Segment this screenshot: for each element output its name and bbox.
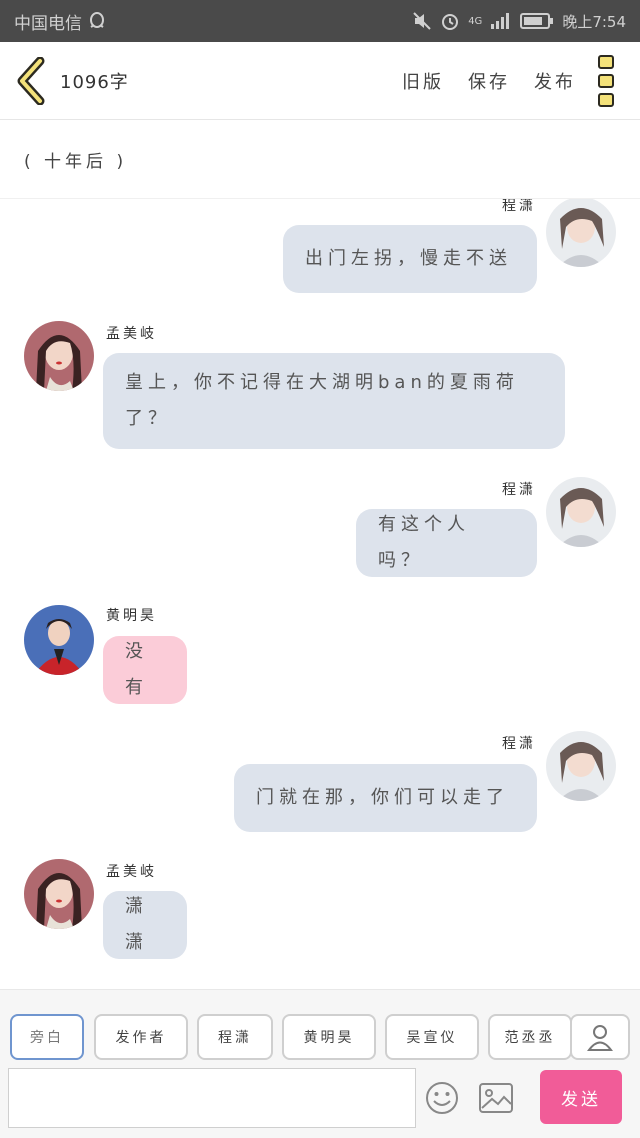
alarm-icon <box>440 11 460 31</box>
emoji-button[interactable] <box>424 1080 460 1116</box>
role-chip-author[interactable]: 发作者 <box>94 1014 188 1060</box>
word-count-title: 1096字 <box>60 71 129 93</box>
scene-note[interactable]: ( 十年后 ) <box>0 121 640 199</box>
sender-name: 程潇 <box>502 736 536 752</box>
avatar[interactable] <box>24 605 94 675</box>
message-input[interactable] <box>8 1068 416 1128</box>
avatar[interactable] <box>24 859 94 929</box>
chevron-left-icon <box>17 56 45 105</box>
menu-icon <box>598 54 614 69</box>
status-right: 4G 晚上7:54 <box>412 11 626 32</box>
avatar[interactable] <box>546 731 616 801</box>
smiley-icon <box>426 1082 458 1114</box>
old-version-button[interactable]: 旧版 <box>402 68 444 94</box>
role-chip-chengxiao[interactable]: 程潇 <box>197 1014 273 1060</box>
avatar[interactable] <box>546 477 616 547</box>
message-bubble[interactable]: 门就在那，你们可以走了 <box>234 764 537 832</box>
message-bubble[interactable]: 皇上，你不记得在大湖明ban的夏雨荷了？ <box>103 353 565 449</box>
qq-icon <box>88 11 106 31</box>
avatar[interactable] <box>546 199 616 267</box>
publish-button[interactable]: 发布 <box>534 68 576 94</box>
clock: 晚上7:54 <box>562 12 626 31</box>
header-actions: 旧版 保存 发布 <box>402 68 576 94</box>
role-chip-fanchengcheng[interactable]: 范丞丞 <box>488 1014 572 1060</box>
carrier-label: 中国电信 <box>14 13 82 34</box>
status-left: 中国电信 <box>14 9 106 34</box>
message-bubble[interactable]: 没有 <box>103 636 187 704</box>
save-button[interactable]: 保存 <box>468 68 510 94</box>
sender-name: 孟美岐 <box>106 326 157 342</box>
sender-name: 孟美岐 <box>106 864 157 880</box>
role-chip-wuxuanyi[interactable]: 吴宣仪 <box>385 1014 479 1060</box>
role-chip-huangminghao[interactable]: 黄明昊 <box>282 1014 376 1060</box>
role-selector: 旁白 发作者 程潇 黄明昊 吴宣仪 范丞丞 <box>0 1000 640 1062</box>
status-bar: 中国电信 4G 晚上7:54 <box>0 0 640 42</box>
signal-icon <box>490 12 512 30</box>
composer-panel: 旁白 发作者 程潇 黄明昊 吴宣仪 范丞丞 发送 <box>0 989 640 1138</box>
image-icon <box>479 1083 513 1113</box>
sender-name: 程潇 <box>502 199 536 214</box>
battery-icon <box>520 12 554 30</box>
sender-name: 黄明昊 <box>106 608 157 624</box>
image-button[interactable] <box>478 1082 514 1114</box>
header: 1096字 旧版 保存 发布 <box>0 42 640 120</box>
message-bubble[interactable]: 潇潇 <box>103 891 187 959</box>
person-icon <box>587 1025 613 1051</box>
sender-name: 程潇 <box>502 482 536 498</box>
message-bubble[interactable]: 出门左拐，慢走不送 <box>283 225 537 293</box>
role-chip-narrator[interactable]: 旁白 <box>10 1014 84 1060</box>
network-label: 4G <box>468 15 483 27</box>
role-manage-button[interactable] <box>570 1014 630 1060</box>
back-button[interactable] <box>4 42 58 120</box>
message-bubble[interactable]: 有这个人吗？ <box>356 509 537 577</box>
menu-button[interactable] <box>598 54 618 107</box>
avatar[interactable] <box>24 321 94 391</box>
menu-icon-bottom <box>598 92 614 107</box>
mute-icon <box>412 11 432 31</box>
chat-area[interactable]: 程潇 出门左拐，慢走不送 孟美岐 皇上，你不记得在大湖明ban的夏雨荷了？ 程潇… <box>0 199 640 989</box>
menu-icon-mid <box>598 73 614 88</box>
send-button[interactable]: 发送 <box>540 1070 622 1124</box>
